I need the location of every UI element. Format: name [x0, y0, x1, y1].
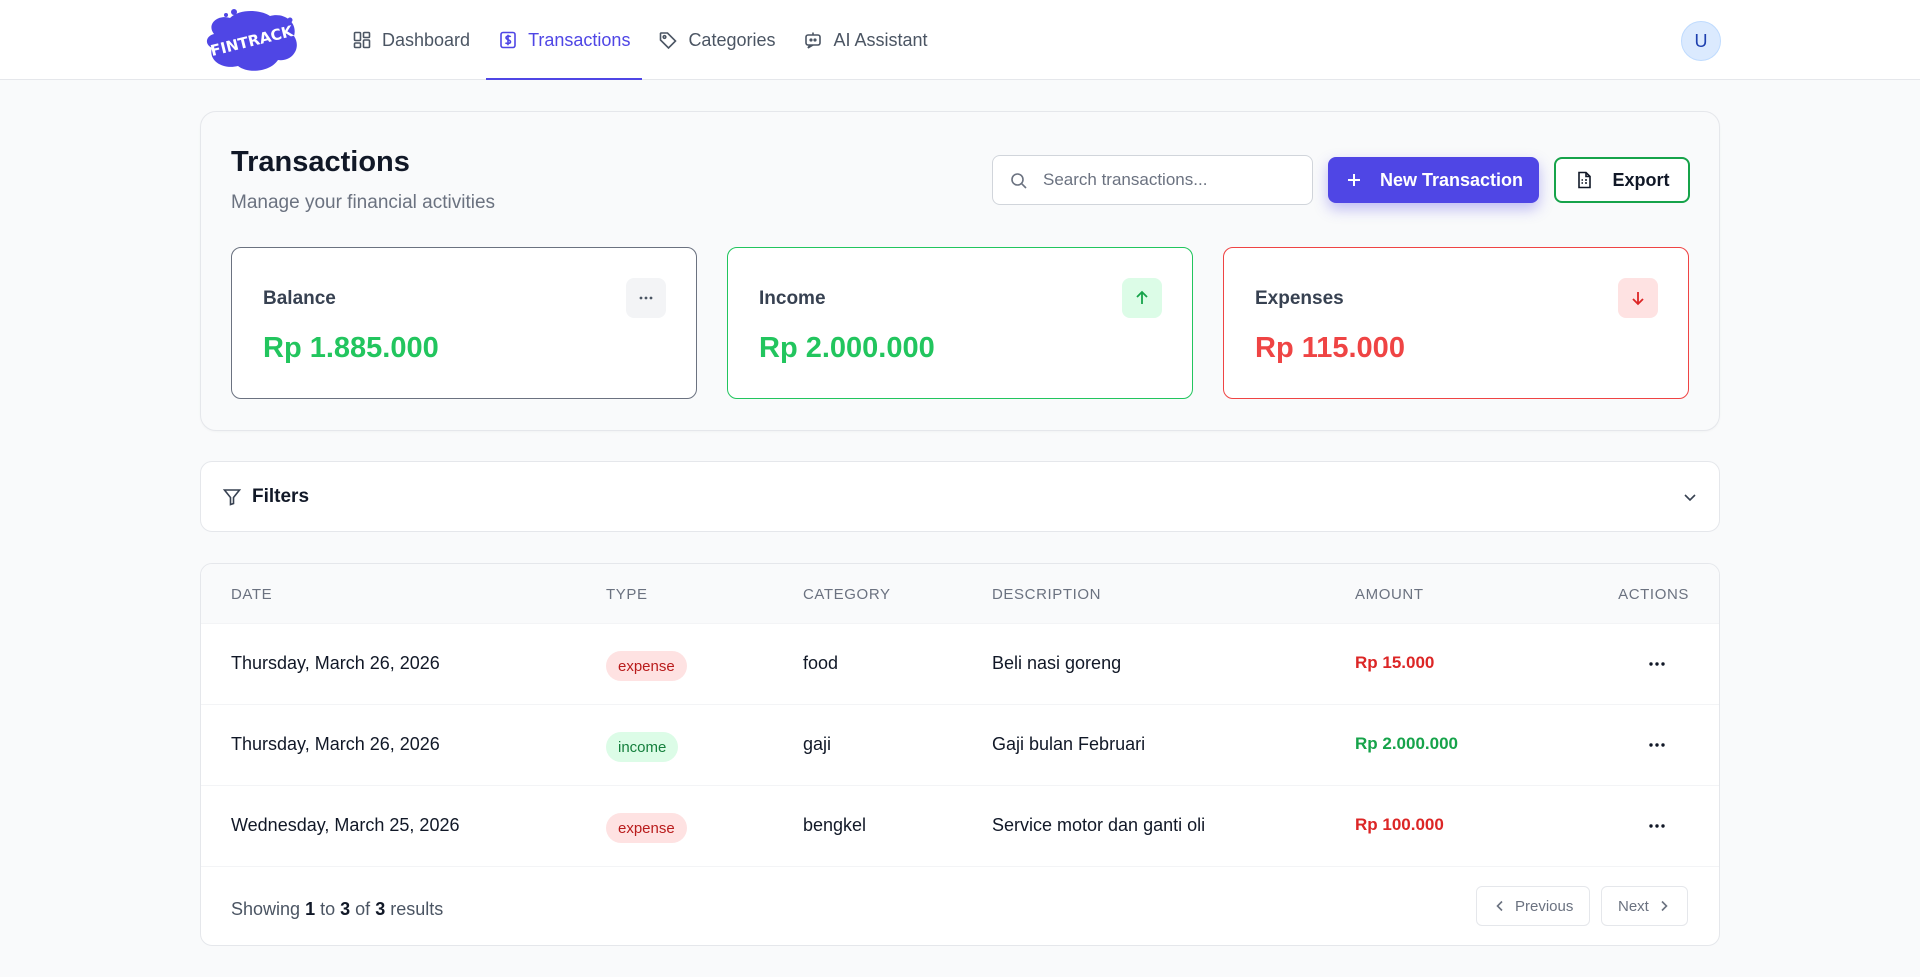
balance-label: Balance: [263, 288, 336, 309]
user-avatar[interactable]: U: [1681, 21, 1721, 61]
search-input[interactable]: [1043, 156, 1303, 204]
header-actions: Actions: [1618, 586, 1689, 603]
tag-icon: [660, 32, 678, 50]
filter-icon: [222, 489, 242, 506]
results-summary: Showing 1 to 3 of 3 results: [231, 899, 443, 920]
row-amount: Rp 100.000: [1355, 815, 1444, 834]
row-date: Wednesday, March 25, 2026: [231, 815, 460, 835]
income-value: Rp 2.000.000: [759, 332, 935, 364]
main-nav: Dashboard Transactions Categories AI Ass…: [340, 0, 944, 80]
chevron-left-icon: [1496, 900, 1503, 912]
row-description: Service motor dan ganti oli: [992, 815, 1206, 835]
expenses-card: Expenses Rp 115.000: [1223, 247, 1689, 399]
table-row: Thursday, March 26, 2026 income gaji Gaj…: [201, 705, 1719, 786]
showing-word: Showing: [231, 899, 301, 919]
avatar-initial: U: [1694, 30, 1708, 51]
table-header: Date Type Category Description Amount Ac…: [201, 564, 1719, 624]
results-from: 1: [305, 899, 316, 919]
next-page-button[interactable]: Next: [1601, 886, 1688, 926]
nav-ai-assistant[interactable]: AI Assistant: [791, 0, 939, 80]
more-horizontal-icon: [626, 278, 666, 318]
arrow-down-icon: [1618, 278, 1658, 318]
results-total: 3: [375, 899, 386, 919]
transactions-table: Date Type Category Description Amount Ac…: [200, 563, 1720, 946]
type-badge: income: [606, 732, 679, 762]
top-navbar: FINTRACK Dashboard Transactions Categori…: [0, 0, 1920, 80]
row-actions-icon[interactable]: [1645, 654, 1669, 674]
row-amount: Rp 15.000: [1355, 653, 1435, 672]
page-title: Transactions: [231, 146, 410, 178]
of-word: of: [355, 899, 371, 919]
header-date: Date: [231, 586, 273, 603]
chevron-down-icon[interactable]: [1681, 488, 1699, 506]
nav-ai-assistant-label: AI Assistant: [833, 29, 928, 50]
table-row: Wednesday, March 25, 2026 expense bengke…: [201, 786, 1719, 867]
filters-panel[interactable]: Filters: [200, 461, 1720, 532]
next-label: Next: [1618, 897, 1649, 915]
nav-categories-label: Categories: [688, 29, 776, 50]
row-description: Beli nasi goreng: [992, 653, 1122, 673]
results-word: results: [390, 899, 444, 919]
search-icon: [1011, 173, 1027, 189]
search-box: [992, 155, 1313, 205]
page-subtitle: Manage your financial activities: [231, 192, 496, 213]
export-button[interactable]: Export: [1554, 157, 1690, 203]
previous-label: Previous: [1515, 897, 1574, 915]
type-badge: expense: [606, 651, 687, 681]
balance-card: Balance Rp 1.885.000: [231, 247, 697, 399]
header-type: Type: [606, 586, 648, 603]
income-label: Income: [759, 288, 826, 309]
expenses-label: Expenses: [1255, 288, 1344, 309]
nav-categories[interactable]: Categories: [646, 0, 787, 80]
row-date: Thursday, March 26, 2026: [231, 734, 440, 754]
nav-transactions[interactable]: Transactions: [486, 0, 643, 80]
row-description: Gaji bulan Februari: [992, 734, 1146, 754]
row-actions-icon[interactable]: [1645, 735, 1669, 755]
export-label: Export: [1612, 169, 1670, 190]
chevron-right-icon: [1661, 900, 1668, 912]
header-amount: Amount: [1355, 586, 1424, 603]
results-to: 3: [340, 899, 351, 919]
nav-transactions-label: Transactions: [528, 29, 631, 50]
arrow-up-icon: [1122, 278, 1162, 318]
dollar-square-icon: [500, 31, 516, 49]
transactions-header-card: Transactions Manage your financial activ…: [200, 111, 1720, 431]
previous-page-button[interactable]: Previous: [1476, 886, 1591, 926]
row-category: gaji: [803, 734, 832, 754]
header-category: Category: [803, 586, 891, 603]
plus-icon: [1347, 174, 1360, 186]
expenses-value: Rp 115.000: [1255, 332, 1405, 364]
dashboard-icon: [353, 31, 371, 49]
row-actions-icon[interactable]: [1645, 816, 1669, 836]
new-transaction-button[interactable]: New Transaction: [1328, 157, 1539, 203]
filters-label: Filters: [252, 486, 310, 507]
fintrack-logo[interactable]: FINTRACK: [200, 4, 304, 76]
nav-dashboard-label: Dashboard: [382, 29, 471, 50]
row-date: Thursday, March 26, 2026: [231, 653, 440, 673]
chatbot-icon: [805, 32, 822, 49]
document-icon: [1578, 171, 1592, 189]
to-word: to: [320, 899, 336, 919]
table-row: Thursday, March 26, 2026 expense food Be…: [201, 624, 1719, 705]
row-amount: Rp 2.000.000: [1355, 734, 1459, 753]
income-card: Income Rp 2.000.000: [727, 247, 1193, 399]
nav-dashboard[interactable]: Dashboard: [340, 0, 482, 80]
balance-value: Rp 1.885.000: [263, 332, 439, 364]
type-badge: expense: [606, 813, 687, 843]
row-category: bengkel: [803, 815, 867, 835]
new-transaction-label: New Transaction: [1379, 169, 1524, 190]
header-description: Description: [992, 586, 1102, 603]
row-category: food: [803, 653, 839, 673]
